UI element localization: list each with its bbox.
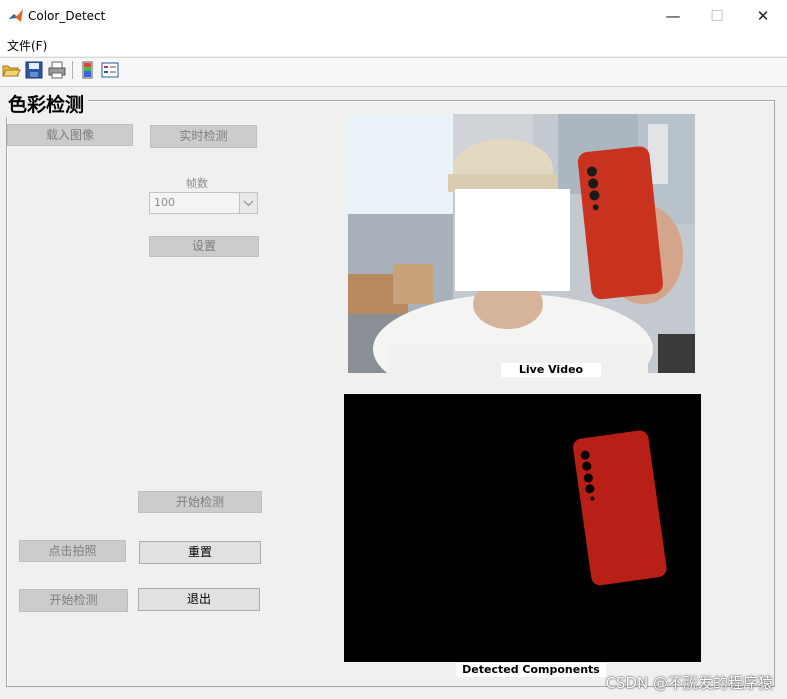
legend-icon[interactable] — [100, 60, 120, 80]
watermark: CSDN @不脱发的程序猿 — [605, 674, 773, 692]
window-title: Color_Detect — [28, 9, 106, 23]
settings-button[interactable]: 设置 — [149, 236, 259, 257]
minimize-button[interactable]: — — [650, 4, 696, 28]
frames-select[interactable]: 100 — [149, 192, 258, 214]
start-detect-button-top[interactable]: 开始检测 — [138, 491, 262, 513]
menu-file[interactable]: 文件(F) — [7, 37, 47, 54]
menu-bar — [0, 32, 787, 56]
capture-button[interactable]: 点击拍照 — [19, 540, 126, 562]
detected-components-label: Detected Components — [456, 663, 606, 677]
live-video-label: Live Video — [501, 363, 601, 377]
detected-components-image — [344, 394, 701, 662]
maximize-button[interactable]: ☐ — [694, 4, 740, 28]
live-video-image — [348, 114, 695, 373]
close-button[interactable]: ✕ — [740, 4, 786, 28]
open-folder-icon[interactable] — [1, 60, 21, 80]
load-image-button[interactable]: 载入图像 — [7, 124, 133, 146]
reset-button[interactable]: 重置 — [139, 541, 261, 564]
colorbar-icon[interactable] — [78, 60, 98, 80]
frames-select-value: 100 — [154, 196, 175, 209]
start-detect-button-bottom[interactable]: 开始检测 — [19, 589, 128, 612]
toolbar-separator — [72, 61, 73, 79]
save-icon[interactable] — [24, 60, 44, 80]
panel-title: 色彩检测 — [4, 90, 89, 117]
exit-button[interactable]: 退出 — [138, 588, 260, 611]
realtime-detect-button[interactable]: 实时检测 — [150, 125, 257, 148]
frames-label: 帧数 — [186, 177, 208, 190]
chevron-down-icon[interactable] — [239, 193, 257, 213]
print-icon[interactable] — [47, 60, 67, 80]
matlab-app-icon — [9, 9, 23, 22]
